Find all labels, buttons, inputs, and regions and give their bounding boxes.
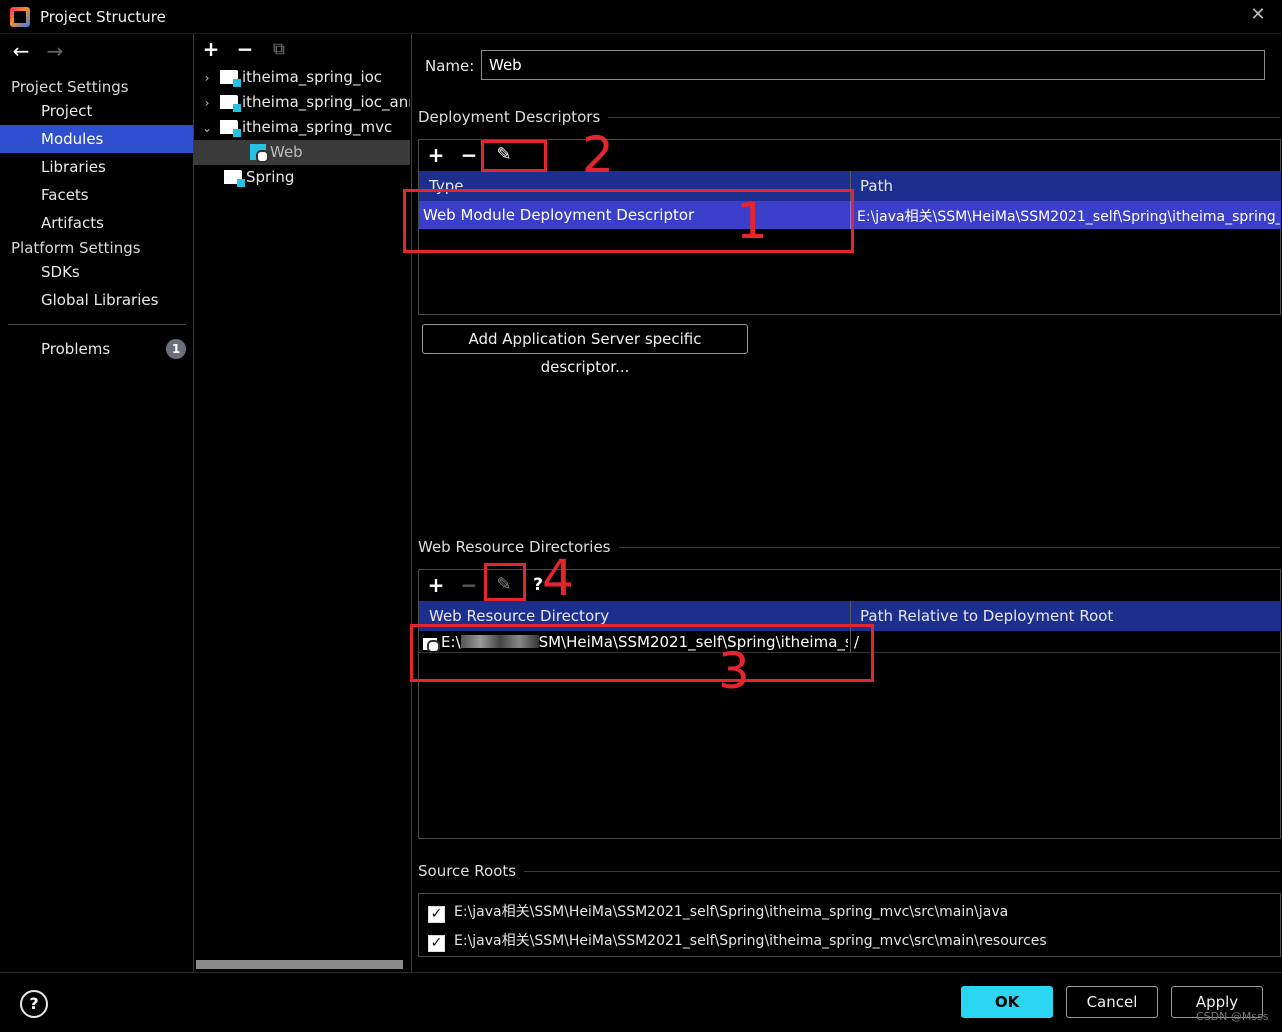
web-resource-directories-header: Web Resource Directories bbox=[418, 538, 619, 556]
tree-item-label: Web bbox=[270, 143, 303, 161]
tree-item-spring[interactable]: Spring bbox=[194, 165, 410, 190]
forward-arrow-icon[interactable]: → bbox=[43, 40, 67, 64]
chevron-down-icon[interactable]: ⌄ bbox=[198, 116, 216, 140]
cancel-button[interactable]: Cancel bbox=[1066, 986, 1158, 1018]
tree-item-itheima-spring-ioc[interactable]: › itheima_spring_ioc bbox=[194, 65, 410, 90]
window-title: Project Structure bbox=[40, 8, 166, 26]
tree-item-label: itheima_spring_ioc bbox=[242, 68, 383, 86]
add-web-resource-button[interactable]: + bbox=[424, 573, 448, 597]
tree-item-itheima-spring-mvc[interactable]: ⌄ itheima_spring_mvc bbox=[194, 115, 410, 140]
intellij-app-icon bbox=[10, 7, 30, 27]
source-root-item-resources[interactable]: ✓ E:\java相关\SSM\HeiMa\SSM2021_self\Spring… bbox=[428, 930, 1047, 952]
add-module-button[interactable]: + bbox=[199, 37, 223, 61]
annotation-number-3: 3 bbox=[718, 642, 750, 700]
project-settings-header: Project Settings bbox=[11, 78, 129, 96]
name-label: Name: bbox=[425, 57, 475, 75]
module-folder-icon bbox=[224, 170, 245, 187]
platform-settings-header: Platform Settings bbox=[11, 239, 141, 257]
nav-item-project[interactable]: Project bbox=[0, 97, 193, 125]
annotation-box-3 bbox=[410, 624, 874, 682]
copy-module-icon[interactable]: ⧉ bbox=[267, 37, 291, 61]
source-root-path: E:\java相关\SSM\HeiMa\SSM2021_self\Spring\… bbox=[454, 904, 1009, 920]
close-icon[interactable]: ✕ bbox=[1248, 4, 1268, 28]
source-root-item-java[interactable]: ✓ E:\java相关\SSM\HeiMa\SSM2021_self\Spring… bbox=[428, 901, 1008, 923]
tree-item-label: itheima_spring_mvc bbox=[242, 118, 393, 136]
problems-count-badge: 1 bbox=[166, 339, 186, 359]
nav-divider bbox=[8, 324, 186, 325]
source-root-path: E:\java相关\SSM\HeiMa\SSM2021_self\Spring\… bbox=[454, 933, 1047, 949]
back-arrow-icon[interactable]: ← bbox=[9, 40, 33, 64]
remove-web-resource-button[interactable]: − bbox=[457, 573, 481, 597]
tree-item-itheima-spring-ioc-anno[interactable]: › itheima_spring_ioc_anno bbox=[194, 90, 410, 115]
source-roots-group-line bbox=[418, 871, 1280, 872]
nav-item-facets[interactable]: Facets bbox=[0, 181, 193, 209]
module-folder-icon bbox=[220, 120, 241, 137]
help-icon[interactable]: ? bbox=[20, 990, 48, 1018]
nav-item-global-libraries[interactable]: Global Libraries bbox=[0, 286, 193, 314]
chevron-right-icon[interactable]: › bbox=[198, 91, 216, 115]
column-path[interactable]: Path bbox=[850, 171, 893, 201]
nav-item-artifacts[interactable]: Artifacts bbox=[0, 209, 193, 237]
annotation-box-1 bbox=[403, 189, 854, 253]
column-path-relative[interactable]: Path Relative to Deployment Root bbox=[850, 601, 1113, 631]
checkbox-checked-icon[interactable]: ✓ bbox=[428, 935, 445, 952]
tree-horizontal-scrollbar[interactable] bbox=[196, 960, 403, 969]
nav-item-libraries[interactable]: Libraries bbox=[0, 153, 193, 181]
annotation-box-2 bbox=[481, 140, 547, 172]
tree-item-label: itheima_spring_ioc_anno bbox=[242, 93, 410, 111]
remove-descriptor-button[interactable]: − bbox=[457, 143, 481, 167]
annotation-box-4 bbox=[484, 563, 526, 601]
tree-item-web-facet[interactable]: Web bbox=[194, 140, 410, 165]
add-descriptor-button[interactable]: + bbox=[424, 143, 448, 167]
facet-name-input[interactable]: Web bbox=[481, 50, 1265, 80]
annotation-number-1: 1 bbox=[736, 192, 768, 250]
module-folder-icon bbox=[220, 95, 241, 112]
title-bar bbox=[0, 0, 1282, 34]
remove-module-button[interactable]: − bbox=[233, 37, 257, 61]
module-folder-icon bbox=[220, 70, 241, 87]
nav-item-problems[interactable]: Problems bbox=[0, 335, 193, 363]
source-roots-header: Source Roots bbox=[418, 862, 525, 880]
checkbox-checked-icon[interactable]: ✓ bbox=[428, 906, 445, 923]
nav-item-sdks[interactable]: SDKs bbox=[0, 258, 193, 286]
watermark-text: CSDN @Msss bbox=[1196, 1010, 1269, 1023]
deployment-descriptors-header: Deployment Descriptors bbox=[418, 108, 609, 126]
ok-button[interactable]: OK bbox=[961, 986, 1053, 1018]
annotation-number-2: 2 bbox=[582, 126, 614, 184]
add-app-server-descriptor-button[interactable]: Add Application Server specific descript… bbox=[422, 324, 748, 376]
annotation-number-4: 4 bbox=[542, 549, 574, 607]
tree-item-label: Spring bbox=[246, 168, 295, 186]
chevron-right-icon[interactable]: › bbox=[198, 66, 216, 90]
nav-item-modules[interactable]: Modules bbox=[0, 125, 193, 153]
descriptor-path-cell: E:\java相关\SSM\HeiMa\SSM2021_self\Spring\… bbox=[857, 209, 1280, 225]
web-facet-icon bbox=[250, 144, 269, 163]
